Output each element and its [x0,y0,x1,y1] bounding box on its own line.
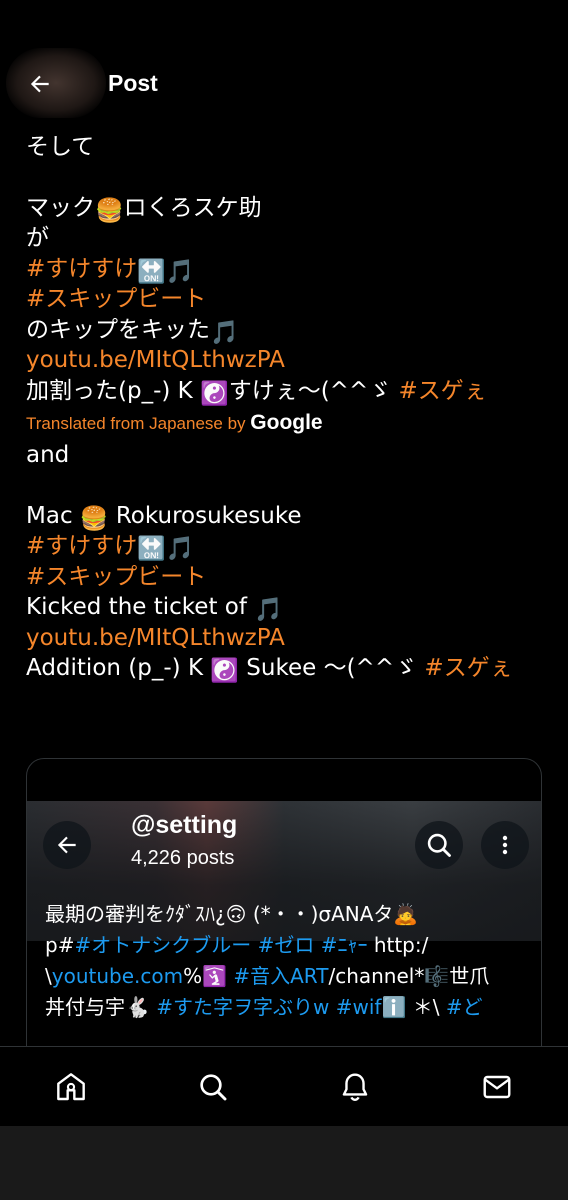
text-segment: and [26,442,70,468]
translation-line: #すけすけ🔛🎵 [26,531,556,562]
post-body: そして マック🍔ロくろスケ助が #すけすけ🔛🎵 #スキップビート のキップをキッた🎵 yo… [26,132,556,684]
text-segment: Mac [26,502,80,529]
emoji: 🎵 [165,536,195,562]
bio-line: 最期の審判をｸﾀﾞｽﾊ¿🙃 (*・・)σANAタ🙇 [45,899,535,930]
nav-home[interactable] [0,1047,142,1127]
page-title: Post [108,70,158,96]
hashtag-link[interactable]: #オトナシクブルー [74,933,251,957]
hashtag-link[interactable]: #スゲぇ [399,378,487,404]
hashtag-link[interactable]: #すけすけ [26,256,137,282]
emoji: 🔛 [137,536,166,562]
notifications-icon [342,1073,368,1102]
translation-line [26,471,556,501]
emoji: 🎵 [254,597,283,623]
hashtag-link[interactable]: #ﾆｬｰ [321,933,368,957]
text-segment: http:/ [367,933,429,957]
text-segment: そして [26,134,95,160]
translated-label: Translated from Japanese by [26,414,246,433]
post-header: Post [0,46,568,124]
hashtag-link[interactable]: #音入ART [233,964,328,988]
arrow-left-icon [30,75,49,93]
original-line: #すけすけ🔛🎵 [26,254,556,285]
nav-notifications[interactable] [284,1047,426,1127]
nav-messages[interactable] [426,1047,568,1127]
text-segment: p# [45,933,75,957]
translation-line: Mac 🍔 Rokurosukesuke [26,501,556,532]
nav-search[interactable] [142,1047,284,1127]
more-vertical-icon [502,835,508,855]
original-line: #スキップビート [26,284,556,315]
emoji: 🎵 [165,258,195,285]
bio-line: 丼付与宇🐇 #すた字ヲ字ぶりw #wifℹ️ ＊\ #ど [45,992,535,1023]
status-bar [0,0,568,46]
original-line [26,163,556,193]
translation-line: Kicked the ticket of 🎵 [26,592,556,623]
text-segment: が [26,225,49,251]
bio-line: \youtube.com%🛐 #音入ART/channel*🎼世爪 [45,961,535,992]
search-icon [427,833,451,857]
profile-post-count: 4,226 posts [131,847,235,869]
card-more-button [481,821,529,869]
translation-line: #スキップビート [26,562,556,593]
home-icon [57,1073,85,1101]
text-segment: Sukee 〜(^^ゞ [238,655,425,681]
hashtag-link[interactable]: #wif [336,995,382,1019]
back-button[interactable] [22,66,58,102]
bio-line: p##オトナシクブルー #ゼロ #ﾆｬｰ http:/ [45,930,535,961]
original-line: 加割った(p_-) K ☯️すけぇ〜(^^ゞ #スゲぇ [26,376,556,407]
profile-bio: 最期の審判をｸﾀﾞｽﾊ¿🙃 (*・・)σANAタ🙇 p##オトナシクブルー #ゼロ… [45,899,535,1023]
messages-icon [483,1075,511,1099]
emoji: 🍔 [95,197,124,224]
text-segment: マック [26,194,95,221]
arrow-left-icon [57,836,76,854]
translation-line: and [26,440,556,471]
emoji: ☯️ [210,658,239,684]
text-segment: 最期の審判をｸﾀﾞｽﾊ¿🙃 (*・・)σANAタ🙇 [45,902,419,926]
text-segment: ロくろスケ助 [123,194,262,221]
text-segment: \ [45,964,52,988]
url-link[interactable]: youtu.be/MItQLthwzPA [26,347,285,373]
hashtag-link[interactable]: #スキップビート [26,286,206,312]
profile-card-image[interactable]: @setting 4,226 posts 最期の審判をｸﾀﾞｽﾊ¿🙃 (*・・)… [26,758,542,1080]
hashtag-link[interactable]: #スキップビート [26,564,206,590]
text-segment: 加割った(p_-) K [26,377,201,404]
translation-line: youtu.be/MItQLthwzPA [26,623,556,654]
text-segment: のキップをキッた [26,316,210,343]
text-segment: すけぇ〜(^^ゞ [228,377,399,404]
bottom-nav [0,1046,568,1127]
google-logo: Google [250,411,323,434]
system-navigation-bar [0,1126,568,1200]
text-segment: Addition (p_-) K [26,655,211,681]
url-link[interactable]: youtu.be/MItQLthwzPA [26,625,285,651]
emoji: 🎵 [210,319,239,346]
emoji: 🔛 [137,258,166,285]
original-line: が [26,223,556,254]
text-segment: /channel*🎼世爪 [328,964,490,988]
text-segment: %🛐 [183,964,234,988]
hashtag-link[interactable]: #ゼロ [258,933,315,957]
search-icon [200,1074,227,1101]
translation-line: Addition (p_-) K ☯️ Sukee 〜(^^ゞ #スゲぇ [26,653,556,684]
original-line: youtu.be/MItQLthwzPA [26,345,556,376]
original-line: マック🍔ロくろスケ助 [26,193,556,224]
card-back-button [43,821,91,869]
hashtag-link[interactable]: #ど [446,995,483,1019]
hashtag-link[interactable]: #スゲぇ [424,655,512,681]
emoji: 🍔 [79,505,109,532]
hashtag-link[interactable]: #すけすけ [26,533,137,559]
text-segment: ℹ️ ＊\ [381,995,446,1019]
hashtag-link[interactable]: #すた字ヲ字ぶりw [156,995,329,1019]
post-translated-text: and Mac 🍔 Rokurosukesuke #すけすけ🔛🎵 #スキップビート Ki… [26,440,556,684]
text-segment: Rokurosukesuke [108,502,302,529]
original-line: そして [26,132,556,163]
translation-attribution[interactable]: Translated from Japanese by Google [26,406,556,440]
card-search-button [415,821,463,869]
post-original-text: そして マック🍔ロくろスケ助が #すけすけ🔛🎵 #スキップビート のキップをキッた🎵 yo… [26,132,556,407]
original-line: のキップをキッた🎵 [26,315,556,346]
profile-handle: @setting [131,811,238,839]
url-link[interactable]: youtube.com [52,964,183,988]
text-segment: Kicked the ticket of [26,594,255,620]
text-segment: 丼付与宇🐇 [45,995,157,1019]
emoji: ☯️ [200,380,229,407]
